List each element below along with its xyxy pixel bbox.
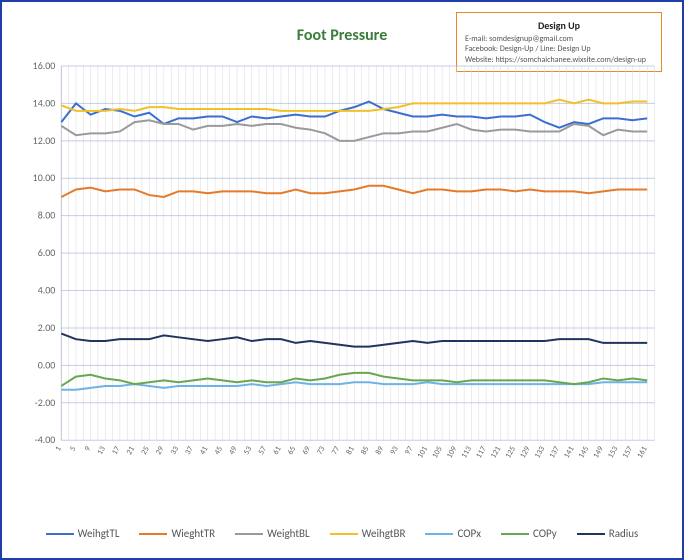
svg-text:73: 73	[315, 445, 328, 457]
svg-text:10.00: 10.00	[33, 172, 56, 184]
svg-text:137: 137	[547, 445, 562, 460]
svg-text:77: 77	[330, 445, 343, 457]
svg-text:89: 89	[373, 445, 386, 457]
legend-item: Radius	[577, 527, 639, 540]
svg-text:16.00: 16.00	[33, 60, 56, 72]
svg-text:29: 29	[154, 445, 167, 457]
svg-text:1: 1	[53, 445, 64, 453]
svg-text:113: 113	[459, 445, 474, 460]
svg-text:153: 153	[606, 445, 621, 460]
svg-text:97: 97	[403, 445, 416, 457]
svg-text:69: 69	[300, 445, 313, 457]
svg-text:6.00: 6.00	[38, 247, 56, 259]
svg-text:161: 161	[635, 445, 650, 460]
svg-text:149: 149	[591, 445, 606, 460]
legend-swatch	[330, 533, 358, 535]
info-heading: Design Up	[465, 19, 653, 32]
svg-text:-4.00: -4.00	[35, 434, 56, 446]
svg-text:0.00: 0.00	[38, 359, 56, 371]
svg-text:81: 81	[344, 445, 357, 457]
svg-text:25: 25	[139, 445, 152, 457]
chart-frame: Foot Pressure Design Up E-mail: somdesig…	[0, 0, 684, 560]
svg-text:145: 145	[577, 445, 592, 460]
svg-text:121: 121	[489, 445, 504, 460]
legend-swatch	[235, 533, 263, 535]
svg-text:41: 41	[198, 445, 211, 457]
legend-swatch	[425, 533, 453, 535]
svg-text:109: 109	[445, 445, 460, 460]
svg-text:12.00: 12.00	[33, 135, 56, 147]
svg-text:5: 5	[68, 445, 79, 453]
svg-text:9: 9	[83, 445, 94, 453]
svg-text:17: 17	[110, 445, 123, 457]
svg-text:93: 93	[388, 445, 401, 457]
svg-text:37: 37	[183, 445, 196, 457]
svg-text:53: 53	[242, 445, 255, 457]
svg-text:2.00: 2.00	[38, 322, 56, 334]
legend-item: WeihgtTL	[46, 527, 120, 540]
svg-text:117: 117	[474, 445, 489, 460]
plot-area: -4.00 -2.00 0.00 2.00 4.00 6.00 8.00 10.00 12.00…	[22, 60, 662, 488]
info-line-2: Facebook: Design-Up / Line: Design Up	[465, 44, 653, 54]
svg-text:45: 45	[212, 445, 225, 457]
svg-text:141: 141	[562, 445, 577, 460]
svg-text:61: 61	[271, 445, 284, 457]
svg-text:49: 49	[227, 445, 240, 457]
svg-text:157: 157	[620, 445, 635, 460]
svg-text:33: 33	[168, 445, 181, 457]
svg-text:105: 105	[430, 445, 445, 460]
svg-text:133: 133	[533, 445, 548, 460]
info-line-1: E-mail: somdesignup@gmail.com	[465, 34, 653, 44]
legend-swatch	[577, 533, 605, 535]
svg-text:8.00: 8.00	[38, 210, 56, 222]
legend-swatch	[46, 533, 74, 535]
svg-text:65: 65	[286, 445, 299, 457]
svg-text:57: 57	[256, 445, 269, 457]
legend-item: COPx	[425, 527, 481, 540]
svg-text:14.00: 14.00	[33, 97, 56, 109]
legend-swatch	[501, 533, 529, 535]
svg-text:125: 125	[503, 445, 518, 460]
legend: WeihgtTL WieghtTR WeightBL WeihgtBR COPx COPy…	[2, 527, 682, 540]
legend-swatch	[139, 533, 167, 535]
legend-item: WeightBL	[235, 527, 310, 540]
svg-text:101: 101	[415, 445, 430, 460]
svg-text:-2.00: -2.00	[35, 397, 56, 409]
svg-text:13: 13	[95, 445, 108, 457]
legend-item: COPy	[501, 527, 557, 540]
svg-text:129: 129	[518, 445, 533, 460]
legend-item: WieghtTR	[139, 527, 215, 540]
line-chart: -4.00 -2.00 0.00 2.00 4.00 6.00 8.00 10.00 12.00…	[22, 60, 662, 488]
svg-text:85: 85	[359, 445, 372, 457]
svg-text:21: 21	[124, 445, 137, 457]
svg-text:4.00: 4.00	[38, 285, 56, 297]
legend-item: WeihgtBR	[330, 527, 406, 540]
